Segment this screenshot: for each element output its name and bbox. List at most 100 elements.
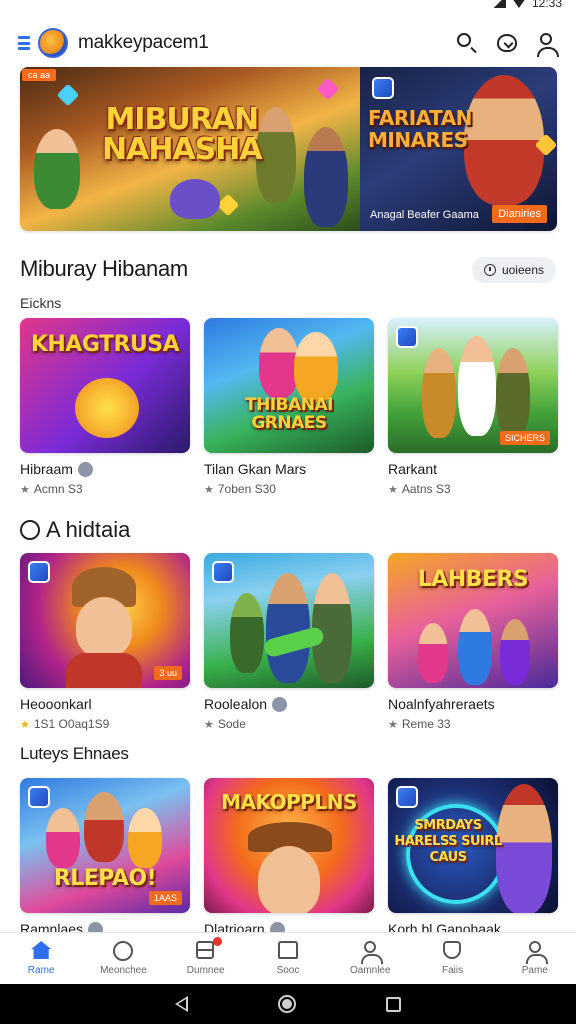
wifi-icon bbox=[511, 0, 526, 8]
app-logo bbox=[38, 28, 68, 58]
home-button-icon[interactable] bbox=[278, 995, 296, 1013]
system-navigation-bar bbox=[0, 984, 576, 1024]
thumbnail-title: SMRDAYS HARELSS SUIRL CAUS bbox=[394, 818, 502, 865]
thumbnail-title: KHAGTRUSA bbox=[30, 332, 180, 357]
game-thumbnail[interactable]: SMRDAYS HARELSS SUIRL CAUS bbox=[388, 778, 558, 913]
game-card[interactable]: RLEPAO! 1AAS Ramnlaes bbox=[20, 778, 190, 937]
game-badge-icon bbox=[28, 786, 50, 808]
character-illustration bbox=[500, 619, 530, 685]
recent-apps-icon[interactable] bbox=[386, 996, 401, 1012]
nav-label: Sooc bbox=[276, 965, 300, 976]
shield-icon bbox=[442, 941, 461, 959]
home-icon bbox=[31, 941, 52, 959]
menu-icon[interactable] bbox=[18, 36, 30, 50]
character-illustration bbox=[84, 792, 124, 862]
nav-label: Dumnee bbox=[186, 965, 225, 976]
game-name-row: Roolealon bbox=[204, 696, 374, 712]
game-meta: ★ Reme 33 bbox=[388, 717, 558, 731]
nav-item-6[interactable]: Faiis bbox=[411, 933, 493, 984]
star-icon: ★ bbox=[204, 718, 214, 731]
character-illustration bbox=[458, 609, 492, 685]
character-illustration bbox=[46, 808, 80, 868]
nav-item-5[interactable]: Oamnlee bbox=[329, 933, 411, 984]
game-meta-text: 1S1 O0aq1S9 bbox=[33, 717, 110, 731]
hero-right-panel[interactable]: FARIATAN MINARES Anagal Beafer Gaama Dia… bbox=[360, 67, 557, 231]
info-badge-icon bbox=[272, 696, 288, 712]
game-card[interactable]: KHAGTRUSA Hibraam ★ Acmn S3 bbox=[20, 318, 190, 496]
signal-icon bbox=[491, 0, 506, 8]
back-icon[interactable] bbox=[175, 996, 188, 1012]
character-illustration bbox=[76, 597, 132, 657]
section-subheading: Eickns bbox=[20, 295, 62, 311]
app-header: makkeypacem1 bbox=[0, 24, 576, 62]
game-card[interactable]: Roolealon ★ Sode bbox=[204, 553, 374, 731]
game-card[interactable]: SMRDAYS HARELSS SUIRL CAUS Korh bl Ganoh… bbox=[388, 778, 558, 937]
nav-label: Rame bbox=[27, 965, 55, 976]
see-more-pill[interactable]: uoieens bbox=[471, 257, 556, 283]
game-badge-icon bbox=[212, 561, 234, 583]
hero-subtitle: Anagal Beafer Gaama bbox=[370, 209, 479, 221]
nav-label: Oamnlee bbox=[349, 965, 391, 976]
game-thumbnail[interactable]: RLEPAO! 1AAS bbox=[20, 778, 190, 913]
nav-item-home[interactable]: Rame bbox=[0, 933, 82, 984]
grid-icon bbox=[195, 941, 214, 959]
game-card[interactable]: MAKOPPLNS Dlatrioarn bbox=[204, 778, 374, 937]
coin-illustration bbox=[75, 378, 139, 438]
game-thumbnail[interactable] bbox=[204, 553, 374, 688]
nav-item-2[interactable]: Meonchee bbox=[82, 933, 164, 984]
section-title: A hidtaia bbox=[46, 517, 131, 542]
thumbnail-title: THIBANAI GRNAES bbox=[245, 395, 333, 433]
game-name-row: Hibraam bbox=[20, 461, 190, 477]
game-name: Tilan Gkan Mars bbox=[204, 461, 307, 477]
game-badge-icon bbox=[396, 786, 418, 808]
character-illustration bbox=[128, 808, 162, 868]
heart-icon[interactable] bbox=[496, 32, 518, 54]
game-thumbnail[interactable]: KHAGTRUSA bbox=[20, 318, 190, 453]
game-thumbnail[interactable]: LAHBERS bbox=[388, 553, 558, 688]
game-meta-text: 7oben S30 bbox=[217, 482, 276, 496]
nav-label: Faiis bbox=[441, 965, 464, 976]
nav-item-7[interactable]: Pame bbox=[494, 933, 576, 984]
nav-item-4[interactable]: Sooc bbox=[247, 933, 329, 984]
game-name: Roolealon bbox=[204, 696, 268, 712]
game-name-row: Rarkant bbox=[388, 461, 558, 477]
game-name-row: Tilan Gkan Mars bbox=[204, 461, 374, 477]
character-illustration bbox=[422, 348, 456, 438]
clock-icon bbox=[20, 520, 40, 540]
game-card[interactable]: LAHBERS Noalnfyahreraets ★ Reme 33 bbox=[388, 553, 558, 731]
character-illustration bbox=[256, 107, 296, 203]
game-thumbnail[interactable]: 3 uu bbox=[20, 553, 190, 688]
hero-right-title: FARIATAN MINARES bbox=[368, 106, 472, 152]
account-icon[interactable] bbox=[536, 32, 559, 57]
game-card[interactable]: THIBANAI GRNAES Tilan Gkan Mars ★ 7oben … bbox=[204, 318, 374, 496]
game-thumbnail[interactable]: THIBANAI GRNAES bbox=[204, 318, 374, 453]
game-meta-text: Aatns S3 bbox=[401, 482, 451, 496]
game-thumbnail[interactable]: MAKOPPLNS bbox=[204, 778, 374, 913]
nav-label: Pame bbox=[521, 965, 548, 976]
game-card[interactable]: SICHERS Rarkant ★ Aatns S3 bbox=[388, 318, 558, 496]
hero-banner[interactable]: ca aa MIBURAN NAHASHA FARIATAN MINARES A… bbox=[20, 67, 557, 231]
game-badge-icon bbox=[372, 77, 394, 99]
section2-header: A hidtaia bbox=[20, 517, 130, 543]
nav-item-3[interactable]: Dumnee bbox=[165, 933, 247, 984]
game-thumbnail[interactable]: SICHERS bbox=[388, 318, 558, 453]
thumbnail-title: RLEPAO! bbox=[53, 866, 157, 891]
status-time: 12:33 bbox=[531, 0, 562, 10]
hero-cta-button[interactable]: Dianiries bbox=[492, 205, 547, 223]
star-icon: ★ bbox=[20, 718, 30, 731]
game-name: Heooonkarl bbox=[20, 696, 92, 712]
character-illustration bbox=[258, 846, 320, 913]
notification-dot bbox=[212, 937, 222, 946]
game-meta-text: Sode bbox=[217, 717, 246, 731]
star-icon: ★ bbox=[204, 483, 214, 496]
game-meta-text: Reme 33 bbox=[401, 717, 451, 731]
bottom-navigation: Rame Meonchee Dumnee Sooc Oamnlee Faiis … bbox=[0, 932, 576, 984]
game-card[interactable]: 3 uu Heooonkarl ★ 1S1 O0aq1S9 bbox=[20, 553, 190, 731]
account-icon bbox=[525, 941, 548, 964]
thumbnail-title: MAKOPPLNS bbox=[221, 790, 357, 814]
character-body bbox=[66, 653, 142, 688]
search-icon[interactable] bbox=[456, 32, 478, 54]
hero-left-panel[interactable]: ca aa MIBURAN NAHASHA bbox=[20, 67, 360, 231]
game-name: Noalnfyahreraets bbox=[388, 696, 495, 712]
game-meta: ★ 1S1 O0aq1S9 bbox=[20, 717, 190, 731]
